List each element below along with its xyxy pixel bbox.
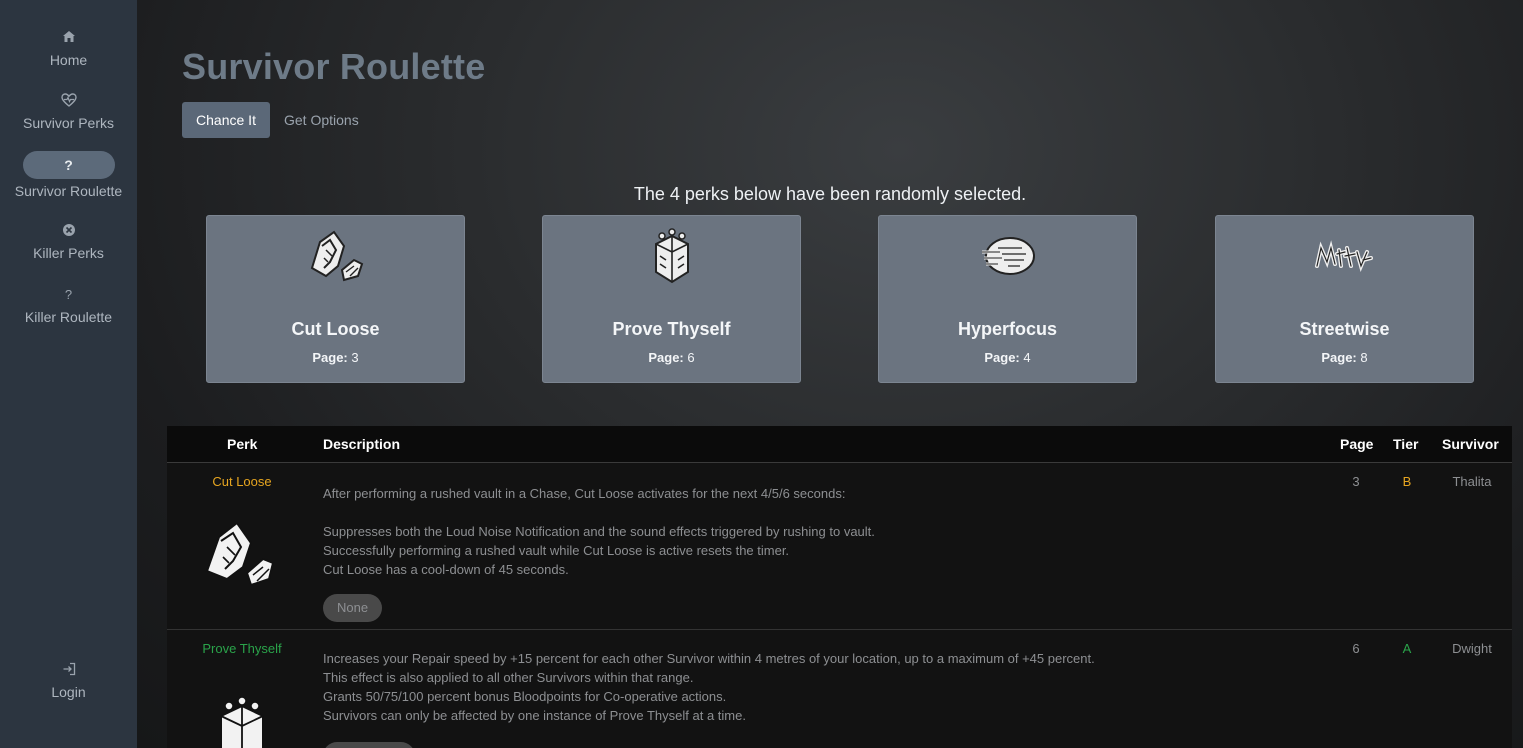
sidebar-item-login[interactable]: Login xyxy=(0,662,137,700)
row-tier: B xyxy=(1402,474,1412,489)
card-page: Page: 4 xyxy=(879,350,1136,365)
perk-card-cut-loose[interactable]: Cut Loose Page: 3 xyxy=(206,215,465,383)
sidebar-item-label: Home xyxy=(49,52,88,68)
hyperfocus-perk-icon xyxy=(981,237,1035,275)
card-page: Page: 8 xyxy=(1216,350,1473,365)
table-header: Perk Description Page Tier Survivor xyxy=(167,426,1512,463)
card-page: Page: 6 xyxy=(543,350,800,365)
card-perk-name: Prove Thyself xyxy=(612,319,731,339)
card-page-label: Page: xyxy=(984,350,1020,365)
sidebar-item-killer-roulette[interactable]: ? Killer Roulette xyxy=(0,287,137,325)
question-icon: ? xyxy=(64,287,73,302)
row-description: Increases your Repair speed by +15 perce… xyxy=(323,651,1095,723)
row-tag[interactable]: None xyxy=(323,594,383,622)
column-header-perk[interactable]: Perk xyxy=(227,436,257,452)
column-header-survivor[interactable]: Survivor xyxy=(1442,436,1499,452)
card-page-label: Page: xyxy=(1321,350,1357,365)
login-icon xyxy=(61,662,77,678)
column-header-tier[interactable]: Tier xyxy=(1393,436,1418,452)
perk-card-hyperfocus[interactable]: Hyperfocus Page: 4 xyxy=(878,215,1137,383)
row-perk-name[interactable]: Prove Thyself xyxy=(167,641,317,656)
page-title: Survivor Roulette xyxy=(182,46,486,87)
row-perk-name[interactable]: Cut Loose xyxy=(167,474,317,489)
streetwise-perk-icon xyxy=(1314,240,1373,272)
sidebar-item-survivor-roulette[interactable]: ? Survivor Roulette xyxy=(0,151,137,199)
sidebar-item-killer-perks[interactable]: Killer Perks xyxy=(0,223,137,261)
card-page-value: 3 xyxy=(351,350,359,365)
sidebar-item-label: Killer Perks xyxy=(33,245,104,261)
sidebar-item-label: Survivor Perks xyxy=(22,115,115,131)
cut-loose-perk-icon xyxy=(310,230,363,282)
prove-thyself-perk-icon xyxy=(220,696,264,748)
main-content: Survivor Roulette Chance It Get Options … xyxy=(137,0,1523,748)
row-description: After performing a rushed vault in a Cha… xyxy=(323,486,875,577)
row-tag[interactable] xyxy=(323,742,415,748)
prove-thyself-perk-icon xyxy=(654,228,689,284)
column-header-description[interactable]: Description xyxy=(323,436,400,452)
row-survivor: Dwight xyxy=(1452,641,1492,656)
row-survivor: Thalita xyxy=(1452,474,1492,489)
card-perk-name: Hyperfocus xyxy=(957,319,1058,339)
question-icon: ? xyxy=(22,151,115,179)
perks-table: Perk Description Page Tier Survivor Cut … xyxy=(167,426,1512,748)
table-row: Prove Thyself Increases your Repair spee… xyxy=(167,630,1512,748)
sidebar-item-home[interactable]: Home xyxy=(0,30,137,68)
perk-card-prove-thyself[interactable]: Prove Thyself Page: 6 xyxy=(542,215,801,383)
sidebar-item-label: Killer Roulette xyxy=(24,309,113,325)
card-page-value: 4 xyxy=(1023,350,1031,365)
card-page-value: 6 xyxy=(687,350,695,365)
chance-it-button[interactable]: Chance It xyxy=(182,102,270,138)
table-row: Cut Loose After performing a rushed vaul… xyxy=(167,463,1512,630)
perk-card-streetwise[interactable]: Streetwise Page: 8 xyxy=(1215,215,1474,383)
column-header-page[interactable]: Page xyxy=(1340,436,1373,452)
get-options-button[interactable]: Get Options xyxy=(284,102,359,138)
skull-icon xyxy=(61,223,77,239)
home-icon xyxy=(61,30,77,46)
row-tier: A xyxy=(1402,641,1412,656)
sidebar-item-label: Login xyxy=(51,684,86,700)
card-page-label: Page: xyxy=(648,350,684,365)
card-page: Page: 3 xyxy=(207,350,464,365)
heartbeat-icon xyxy=(60,93,77,109)
card-perk-name: Cut Loose xyxy=(291,319,380,339)
sidebar-item-survivor-perks[interactable]: Survivor Perks xyxy=(0,93,137,131)
card-page-label: Page: xyxy=(312,350,348,365)
card-perk-name: Streetwise xyxy=(1299,319,1390,339)
selection-message: The 4 perks below have been randomly sel… xyxy=(633,184,1027,204)
sidebar-item-label: Survivor Roulette xyxy=(14,183,123,199)
sidebar: Home Survivor Perks ? Survivor Roulette … xyxy=(0,0,137,748)
card-page-value: 8 xyxy=(1360,350,1368,365)
cut-loose-perk-icon xyxy=(205,521,275,587)
